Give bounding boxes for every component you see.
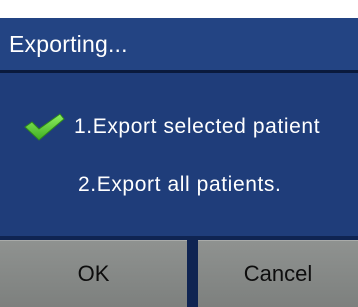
cancel-button[interactable]: Cancel <box>198 240 358 307</box>
dialog-title-bar: Exporting... <box>0 18 358 70</box>
option-export-all-label: 2.Export all patients. <box>78 173 282 196</box>
export-dialog: Exporting... 1.Export selected patient 2… <box>0 18 358 307</box>
button-bar: OK Cancel <box>0 236 358 307</box>
ok-button[interactable]: OK <box>0 240 187 307</box>
option-export-all[interactable]: 2.Export all patients. <box>78 171 281 199</box>
dialog-body: 1.Export selected patient 2.Export all p… <box>0 73 358 236</box>
option-export-selected-label: 1.Export selected patient <box>74 115 321 138</box>
option-export-selected[interactable]: 1.Export selected patient <box>22 113 320 141</box>
dialog-title: Exporting... <box>9 31 128 57</box>
checkmark-icon <box>22 113 66 141</box>
